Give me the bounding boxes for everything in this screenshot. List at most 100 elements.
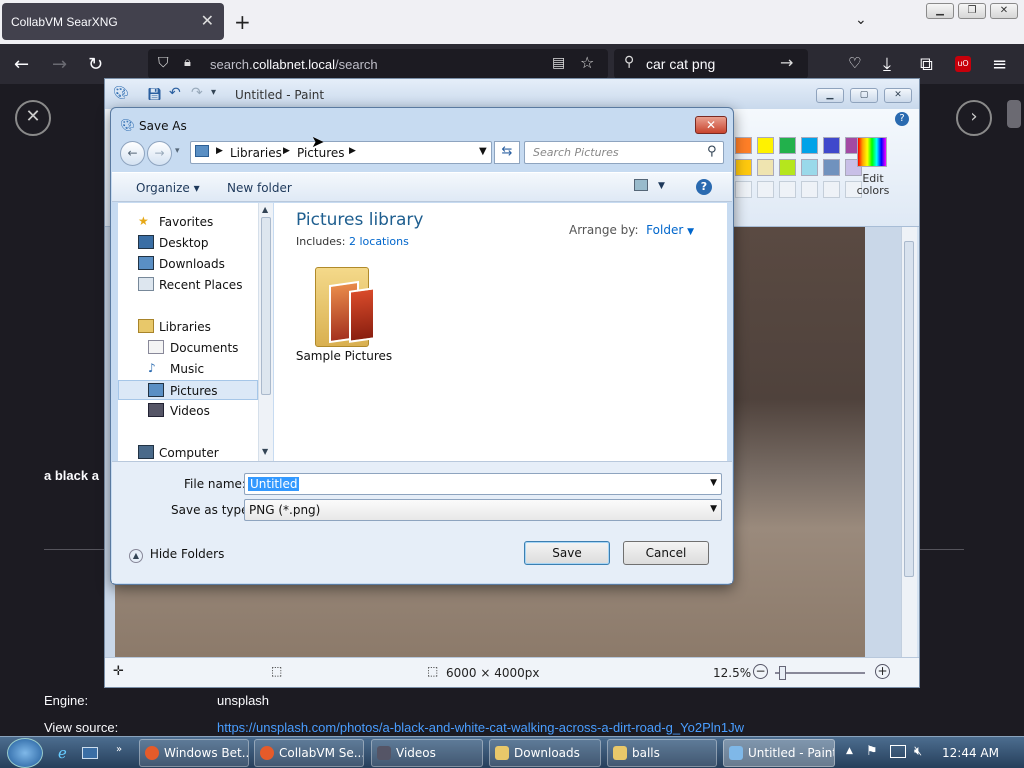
browser-tab[interactable]: CollabVM SearXNG ✕ <box>2 3 224 40</box>
search-icon[interactable]: ⚲ <box>707 144 717 159</box>
zoom-out-button[interactable]: − <box>753 664 768 679</box>
nav-computer[interactable]: Computer <box>118 443 258 463</box>
empty-color-swatch[interactable] <box>801 181 818 198</box>
address-bar[interactable]: ▶ Libraries ▶ Pictures ▶ ▼ <box>190 141 492 164</box>
search-query[interactable]: car cat png <box>646 56 715 72</box>
locations-link[interactable]: 2 locations <box>349 235 409 248</box>
nav-documents[interactable]: Documents <box>118 338 258 358</box>
back-button[interactable]: ← <box>120 141 145 166</box>
color-swatch[interactable] <box>823 137 840 154</box>
nav-downloads[interactable]: Downloads <box>118 254 258 274</box>
tab-close-icon[interactable]: ✕ <box>201 11 214 30</box>
canvas-vertical-scrollbar[interactable] <box>901 227 917 657</box>
help-icon[interactable]: ? <box>895 112 909 126</box>
nav-pane-scrollbar[interactable]: ▲ ▼ <box>258 203 273 461</box>
url-bar[interactable]: ⛉ 🔒︎ search.collabnet.local/search ▤ ☆ <box>148 49 608 79</box>
restore-button[interactable]: ❐ <box>958 3 986 19</box>
refresh-icon[interactable]: ⇆ <box>494 141 520 164</box>
help-icon[interactable]: ? <box>696 179 712 195</box>
color-swatch[interactable] <box>735 137 752 154</box>
address-dropdown-icon[interactable]: ▼ <box>479 146 487 157</box>
lock-icon[interactable]: 🔒︎ <box>184 55 191 70</box>
color-swatch[interactable] <box>823 159 840 176</box>
color-swatch[interactable] <box>801 159 818 176</box>
reload-icon[interactable]: ↻ <box>88 54 103 75</box>
file-name-dropdown-icon[interactable]: ▼ <box>710 478 717 488</box>
search-bar[interactable]: ⚲ car cat png → <box>614 49 808 79</box>
folder-item[interactable]: Sample Pictures <box>294 261 394 371</box>
start-button[interactable] <box>7 738 43 768</box>
undo-icon[interactable]: ↶ <box>169 85 181 101</box>
zoom-slider[interactable] <box>775 672 865 674</box>
color-swatch[interactable] <box>779 159 796 176</box>
breadcrumb-arrow-icon[interactable]: ▶ <box>283 146 290 156</box>
volume-muted-icon[interactable]: 🔇︎ <box>914 744 922 759</box>
nav-libraries[interactable]: Libraries <box>118 317 258 337</box>
file-name-value[interactable]: Untitled <box>248 477 300 491</box>
cancel-button[interactable]: Cancel <box>623 541 709 565</box>
scrollbar-thumb[interactable] <box>904 241 914 577</box>
downloads-icon[interactable]: ⤓ <box>883 54 891 75</box>
nav-desktop[interactable]: Desktop <box>118 233 258 253</box>
view-dropdown-icon[interactable]: ▼ <box>658 181 665 191</box>
page-scrollbar-thumb[interactable] <box>1007 100 1021 128</box>
nav-favorites[interactable]: ★ Favorites <box>118 212 258 232</box>
taskbar-item-balls[interactable]: balls <box>607 739 717 767</box>
internet-explorer-icon[interactable]: ℯ <box>58 744 67 762</box>
ublock-icon[interactable]: uO <box>955 56 971 72</box>
list-tabs-chevron-icon[interactable]: ⌄ <box>855 12 867 28</box>
minimize-button[interactable]: ▁ <box>926 3 954 19</box>
edit-colors-icon[interactable] <box>857 137 887 167</box>
tracking-shield-icon[interactable]: ⛉ <box>158 55 169 71</box>
arrange-by[interactable]: Arrange by: Folder ▼ <box>569 223 694 237</box>
breadcrumb-arrow-icon[interactable]: ▶ <box>349 146 356 156</box>
taskbar-item-firefox-windows[interactable]: Windows Bet... <box>139 739 249 767</box>
new-tab-button[interactable]: + <box>234 10 251 34</box>
show-desktop-icon[interactable] <box>82 747 98 759</box>
hide-folders-button[interactable]: ▲ Hide Folders <box>129 547 224 563</box>
color-swatch[interactable] <box>757 159 774 176</box>
file-name-input[interactable]: Untitled ▼ <box>244 473 722 495</box>
paint-minimize-button[interactable]: ▁ <box>816 88 844 103</box>
action-center-flag-icon[interactable]: ⚑ <box>866 744 878 759</box>
edit-colors-label[interactable]: Edit colors <box>853 173 893 197</box>
nav-music[interactable]: ♪ Music <box>118 359 258 379</box>
empty-color-swatch[interactable] <box>735 181 752 198</box>
empty-color-swatch[interactable] <box>823 181 840 198</box>
taskbar-item-downloads[interactable]: Downloads <box>489 739 601 767</box>
extensions-icon[interactable]: ⧉ <box>920 54 933 75</box>
close-window-button[interactable]: ✕ <box>990 3 1018 19</box>
nav-pictures[interactable]: Pictures <box>118 380 258 400</box>
taskbar-item-videos[interactable]: Videos <box>371 739 483 767</box>
breadcrumb-libraries[interactable]: Libraries <box>230 146 282 160</box>
save-icon[interactable]: 💾︎ <box>147 87 162 101</box>
url-text[interactable]: search.collabnet.local/search <box>210 57 378 72</box>
color-swatch[interactable] <box>801 137 818 154</box>
nav-videos[interactable]: Videos <box>118 401 258 421</box>
search-go-arrow-icon[interactable]: → <box>780 53 793 72</box>
empty-color-swatch[interactable] <box>757 181 774 198</box>
scroll-down-icon[interactable]: ▼ <box>262 447 268 456</box>
search-pictures-input[interactable]: Search Pictures ⚲ <box>524 141 724 164</box>
color-swatch[interactable] <box>735 159 752 176</box>
nav-recent-places[interactable]: Recent Places <box>118 275 258 295</box>
zoom-in-button[interactable]: + <box>875 664 890 679</box>
taskbar-item-collabvm[interactable]: CollabVM Se... <box>254 739 364 767</box>
reader-view-icon[interactable]: ▤ <box>552 55 565 71</box>
empty-color-swatch[interactable] <box>779 181 796 198</box>
color-swatch[interactable] <box>757 137 774 154</box>
quick-access-dropdown-icon[interactable]: ▾ <box>211 87 216 98</box>
scrollbar-thumb[interactable] <box>261 217 271 395</box>
zoom-slider-thumb[interactable] <box>779 666 786 680</box>
pocket-icon[interactable]: ♡ <box>848 54 861 72</box>
change-view-icon[interactable] <box>634 179 648 191</box>
dialog-close-button[interactable]: ✕ <box>695 116 727 134</box>
back-arrow-icon[interactable]: ← <box>14 54 29 75</box>
next-result-button[interactable]: › <box>956 100 992 136</box>
breadcrumb-arrow-icon[interactable]: ▶ <box>216 146 223 156</box>
new-folder-button[interactable]: New folder <box>227 181 292 195</box>
show-hidden-icons-icon[interactable]: ▲ <box>846 746 853 756</box>
color-swatch[interactable] <box>779 137 796 154</box>
close-detail-button[interactable]: ✕ <box>15 100 51 136</box>
organize-button[interactable]: Organize ▾ <box>136 181 200 195</box>
